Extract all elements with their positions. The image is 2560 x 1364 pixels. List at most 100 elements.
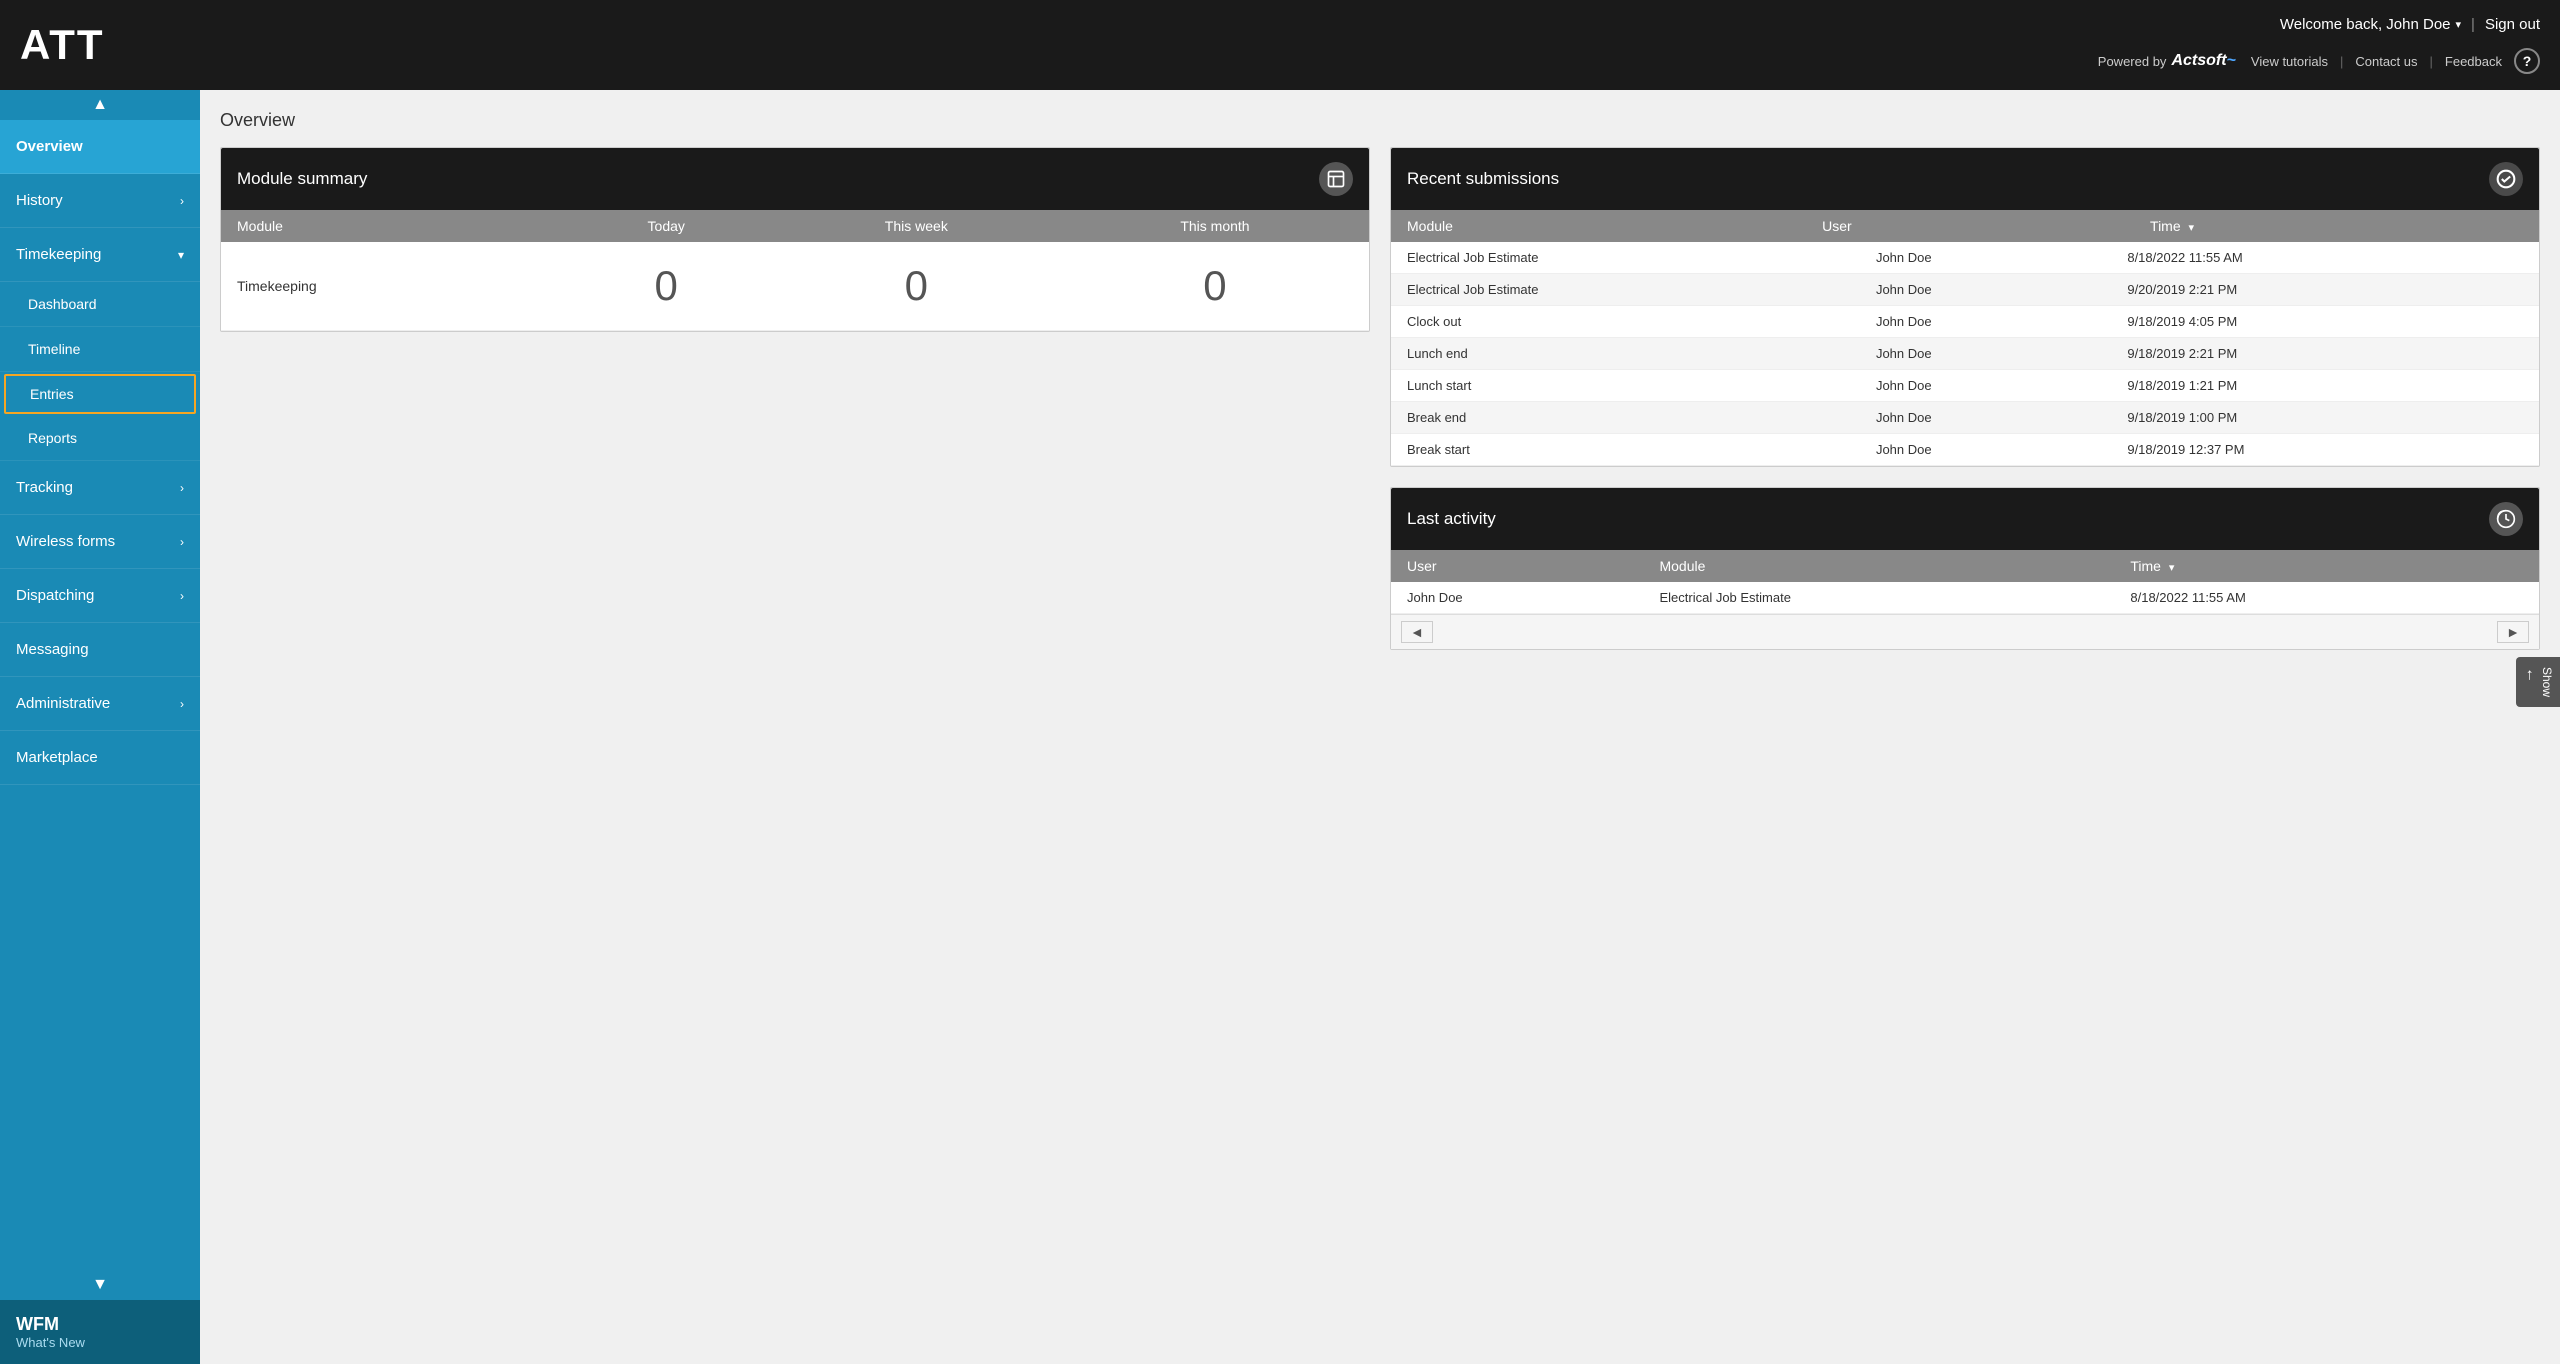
app-logo: ATT xyxy=(20,21,105,69)
sub-row-time: 9/20/2019 2:21 PM xyxy=(2111,274,2539,306)
sidebar-item-tracking[interactable]: Tracking › xyxy=(0,461,200,515)
app-body: ▲ Overview History › Timekeeping ▾ Dashb… xyxy=(0,90,2560,1364)
sub-row-user: John Doe xyxy=(1860,434,2111,466)
sub-row-user: John Doe xyxy=(1860,274,2111,306)
header: ATT Welcome back, John Doe ▾ | Sign out … xyxy=(0,0,2560,90)
sidebar: ▲ Overview History › Timekeeping ▾ Dashb… xyxy=(0,90,200,1364)
tracking-chevron-icon: › xyxy=(180,481,184,495)
table-row: Clock out John Doe 9/18/2019 4:05 PM xyxy=(1391,306,2539,338)
sub-row-user: John Doe xyxy=(1860,242,2111,274)
sidebar-item-messaging[interactable]: Messaging xyxy=(0,623,200,677)
last-activity-scroll-right-button[interactable]: ► xyxy=(2497,621,2529,643)
header-bottom-row: Powered by Actsoft~ View tutorials | Con… xyxy=(2098,48,2540,74)
module-summary-card: Module summary Module xyxy=(220,147,1370,332)
sub-row-user: John Doe xyxy=(1860,306,2111,338)
sidebar-sub-item-label-entries: Entries xyxy=(30,386,74,402)
show-panel-arrow-icon: ← xyxy=(2522,667,2540,691)
sidebar-sub-item-entries[interactable]: Entries xyxy=(4,374,196,414)
sidebar-item-history[interactable]: History › xyxy=(0,174,200,228)
sidebar-sub-item-dashboard[interactable]: Dashboard xyxy=(0,282,200,327)
sub-row-time: 8/18/2022 11:55 AM xyxy=(2111,242,2539,274)
table-row: Break start John Doe 9/18/2019 12:37 PM xyxy=(1391,434,2539,466)
timekeeping-chevron-icon: ▾ xyxy=(178,248,184,262)
sub-row-user: John Doe xyxy=(1860,402,2111,434)
recent-submissions-body: Module User Time ▾ Electrical Job E xyxy=(1391,210,2539,466)
recent-submissions-title: Recent submissions xyxy=(1407,169,1559,189)
col-this-month: This month xyxy=(1061,210,1369,242)
table-row: Lunch start John Doe 9/18/2019 1:21 PM xyxy=(1391,370,2539,402)
sub-row-time: 9/18/2019 1:21 PM xyxy=(2111,370,2539,402)
sidebar-scroll-down-button[interactable]: ▼ xyxy=(0,1270,200,1300)
header-separator-1: | xyxy=(2471,16,2475,33)
sidebar-sub-item-label-reports: Reports xyxy=(28,430,77,446)
recent-submissions-scroll[interactable]: Electrical Job Estimate John Doe 8/18/20… xyxy=(1391,242,2539,466)
module-summary-icon-button[interactable] xyxy=(1319,162,1353,196)
dispatching-chevron-icon: › xyxy=(180,589,184,603)
sub-row-module: Break start xyxy=(1391,434,1860,466)
sidebar-sub-item-timeline[interactable]: Timeline xyxy=(0,327,200,372)
recent-submissions-icon-button[interactable] xyxy=(2489,162,2523,196)
act-col-time[interactable]: Time ▾ xyxy=(2114,550,2539,582)
module-summary-table: Module Today This week This month Timeke… xyxy=(221,210,1369,331)
sub-row-module: Electrical Job Estimate xyxy=(1391,274,1860,306)
sidebar-sub-item-label-timeline: Timeline xyxy=(28,341,80,357)
row-module: Timekeeping xyxy=(221,242,561,331)
last-activity-icon-button[interactable] xyxy=(2489,502,2523,536)
sidebar-item-overview[interactable]: Overview xyxy=(0,120,200,174)
module-summary-header: Module summary xyxy=(221,148,1369,210)
recent-submissions-data-table: Electrical Job Estimate John Doe 8/18/20… xyxy=(1391,242,2539,466)
sidebar-scroll-up-button[interactable]: ▲ xyxy=(0,90,200,120)
sub-row-user: John Doe xyxy=(1860,338,2111,370)
row-this-week: 0 xyxy=(772,242,1061,331)
sidebar-item-label-wireless-forms: Wireless forms xyxy=(16,533,115,550)
sidebar-item-label-marketplace: Marketplace xyxy=(16,749,98,766)
sidebar-sub-item-reports[interactable]: Reports xyxy=(0,416,200,461)
show-panel-button[interactable]: ← Show xyxy=(2516,657,2560,707)
sidebar-item-marketplace[interactable]: Marketplace xyxy=(0,731,200,785)
sidebar-scroll-area: Overview History › Timekeeping ▾ Dashboa… xyxy=(0,120,200,1270)
header-links: View tutorials | Contact us | Feedback ? xyxy=(2251,48,2540,74)
recent-submissions-table: Module User Time ▾ xyxy=(1391,210,2539,242)
sidebar-item-wireless-forms[interactable]: Wireless forms › xyxy=(0,515,200,569)
last-activity-scroll-left-button[interactable]: ◄ xyxy=(1401,621,1433,643)
sidebar-item-label-history: History xyxy=(16,192,63,209)
col-module: Module xyxy=(221,210,561,242)
feedback-link[interactable]: Feedback xyxy=(2445,54,2502,69)
table-row: Lunch end John Doe 9/18/2019 2:21 PM xyxy=(1391,338,2539,370)
header-right: Welcome back, John Doe ▾ | Sign out Powe… xyxy=(2078,0,2560,90)
sub-row-time: 9/18/2019 1:00 PM xyxy=(2111,402,2539,434)
help-button[interactable]: ? xyxy=(2514,48,2540,74)
contact-us-link[interactable]: Contact us xyxy=(2355,54,2417,69)
sidebar-item-administrative[interactable]: Administrative › xyxy=(0,677,200,731)
sign-out-button[interactable]: Sign out xyxy=(2485,16,2540,33)
act-row-user: John Doe xyxy=(1391,582,1643,614)
sidebar-bottom: WFM What's New xyxy=(0,1300,200,1364)
page-title: Overview xyxy=(220,110,2540,131)
sub-col-time[interactable]: Time ▾ xyxy=(2134,210,2539,242)
act-row-time: 8/18/2022 11:55 AM xyxy=(2114,582,2539,614)
sidebar-item-dispatching[interactable]: Dispatching › xyxy=(0,569,200,623)
sidebar-item-timekeeping[interactable]: Timekeeping ▾ xyxy=(0,228,200,282)
table-row: John Doe Electrical Job Estimate 8/18/20… xyxy=(1391,582,2539,614)
sidebar-item-label-administrative: Administrative xyxy=(16,695,110,712)
view-tutorials-link[interactable]: View tutorials xyxy=(2251,54,2328,69)
time-sort-icon: ▾ xyxy=(2189,222,2195,234)
table-row: Electrical Job Estimate John Doe 8/18/20… xyxy=(1391,242,2539,274)
actsoft-logo: Actsoft~ xyxy=(2171,52,2235,70)
whats-new-link[interactable]: What's New xyxy=(16,1335,184,1350)
sub-row-module: Break end xyxy=(1391,402,1860,434)
act-col-user: User xyxy=(1391,550,1643,582)
row-this-month: 0 xyxy=(1061,242,1369,331)
col-this-week: This week xyxy=(772,210,1061,242)
welcome-text: Welcome back, John Doe xyxy=(2280,16,2451,33)
welcome-area[interactable]: Welcome back, John Doe ▾ xyxy=(2280,16,2461,33)
sidebar-item-label-messaging: Messaging xyxy=(16,641,89,658)
sub-row-module: Lunch end xyxy=(1391,338,1860,370)
last-activity-body: User Module Time ▾ John Doe Electrical J… xyxy=(1391,550,2539,614)
module-summary-body: Module Today This week This month Timeke… xyxy=(221,210,1369,331)
header-separator-2: | xyxy=(2340,54,2343,69)
sidebar-item-label-timekeeping: Timekeeping xyxy=(16,246,101,263)
welcome-chevron-icon: ▾ xyxy=(2456,18,2462,31)
sub-row-module: Electrical Job Estimate xyxy=(1391,242,1860,274)
wireless-forms-chevron-icon: › xyxy=(180,535,184,549)
